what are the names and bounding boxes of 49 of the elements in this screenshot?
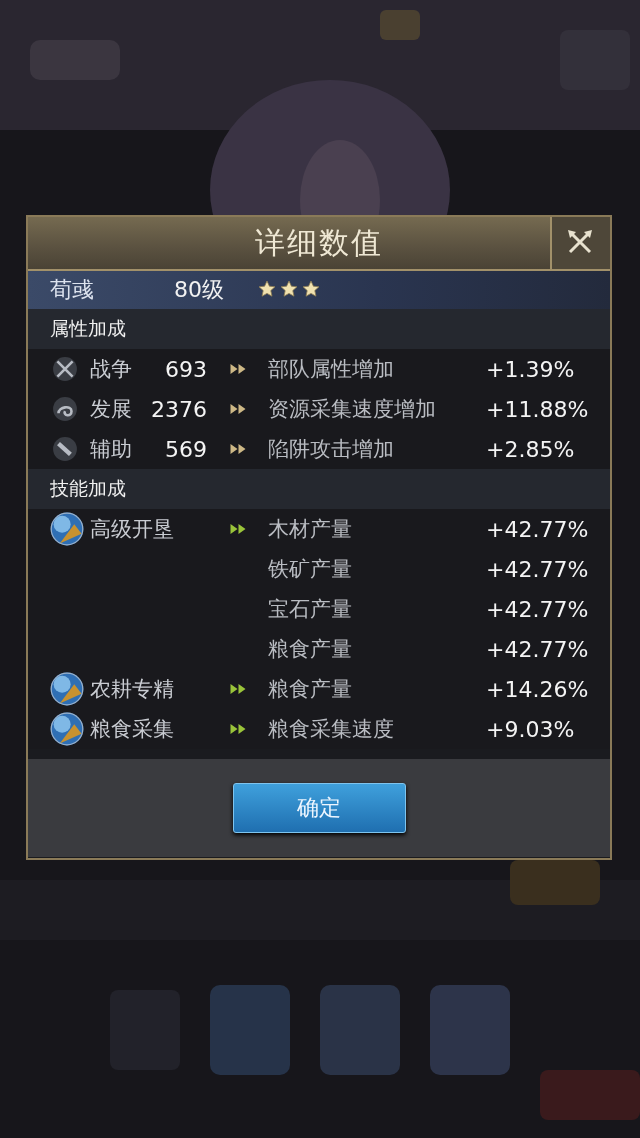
skill-icon <box>50 512 84 546</box>
attribute-icon <box>52 356 78 382</box>
double-arrow-icon <box>228 362 247 376</box>
double-arrow-icon <box>228 402 247 416</box>
bonus-value: +42.77% <box>486 636 590 662</box>
effect-label: 粮食采集速度 <box>268 716 395 743</box>
effect-label: 铁矿产量 <box>268 556 353 583</box>
attribute-icon <box>52 436 78 462</box>
bonus-value: +42.77% <box>486 516 590 542</box>
attribute-name: 战争 <box>90 356 133 383</box>
skill-name: 农耕专精 <box>90 676 175 703</box>
bonus-value: +14.26% <box>486 676 590 702</box>
bonus-value: +1.39% <box>486 356 576 382</box>
bonus-value: +42.77% <box>486 596 590 622</box>
star-icon <box>302 280 322 300</box>
double-arrow-icon <box>228 522 247 536</box>
bonus-value: +42.77% <box>486 556 590 582</box>
double-arrow-icon <box>228 682 247 696</box>
double-arrow-icon <box>228 442 247 456</box>
star-icon <box>280 280 300 300</box>
section-title: 技能加成 <box>50 476 126 501</box>
hero-name: 荀彧 <box>50 276 95 304</box>
bonus-value: +2.85% <box>486 436 576 462</box>
effect-label: 部队属性增加 <box>268 356 395 383</box>
skill-name: 粮食采集 <box>90 716 175 743</box>
effect-label: 陷阱攻击增加 <box>268 436 395 463</box>
attribute-value: 2376 <box>151 396 207 422</box>
star-icon <box>258 280 278 300</box>
confirm-button[interactable]: 确定 <box>232 783 406 833</box>
effect-label: 木材产量 <box>268 516 353 543</box>
close-button[interactable] <box>550 217 610 269</box>
attribute-name: 辅助 <box>90 436 133 463</box>
dialog-title: 详细数值 <box>255 223 383 262</box>
attribute-name: 发展 <box>90 396 133 423</box>
effect-label: 资源采集速度增加 <box>268 396 437 423</box>
effect-label: 粮食产量 <box>268 636 353 663</box>
effect-label: 粮食产量 <box>268 676 353 703</box>
skill-name: 高级开垦 <box>90 516 175 543</box>
hero-level: 80级 <box>174 276 225 304</box>
attribute-value: 569 <box>165 436 207 462</box>
effect-label: 宝石产量 <box>268 596 353 623</box>
attribute-value: 693 <box>165 356 207 382</box>
bonus-value: +11.88% <box>486 396 590 422</box>
skill-icon <box>50 712 84 746</box>
double-arrow-icon <box>228 722 247 736</box>
bonus-value: +9.03% <box>486 716 576 742</box>
skill-icon <box>50 672 84 706</box>
section-title: 属性加成 <box>50 316 126 341</box>
attribute-icon <box>52 396 78 422</box>
